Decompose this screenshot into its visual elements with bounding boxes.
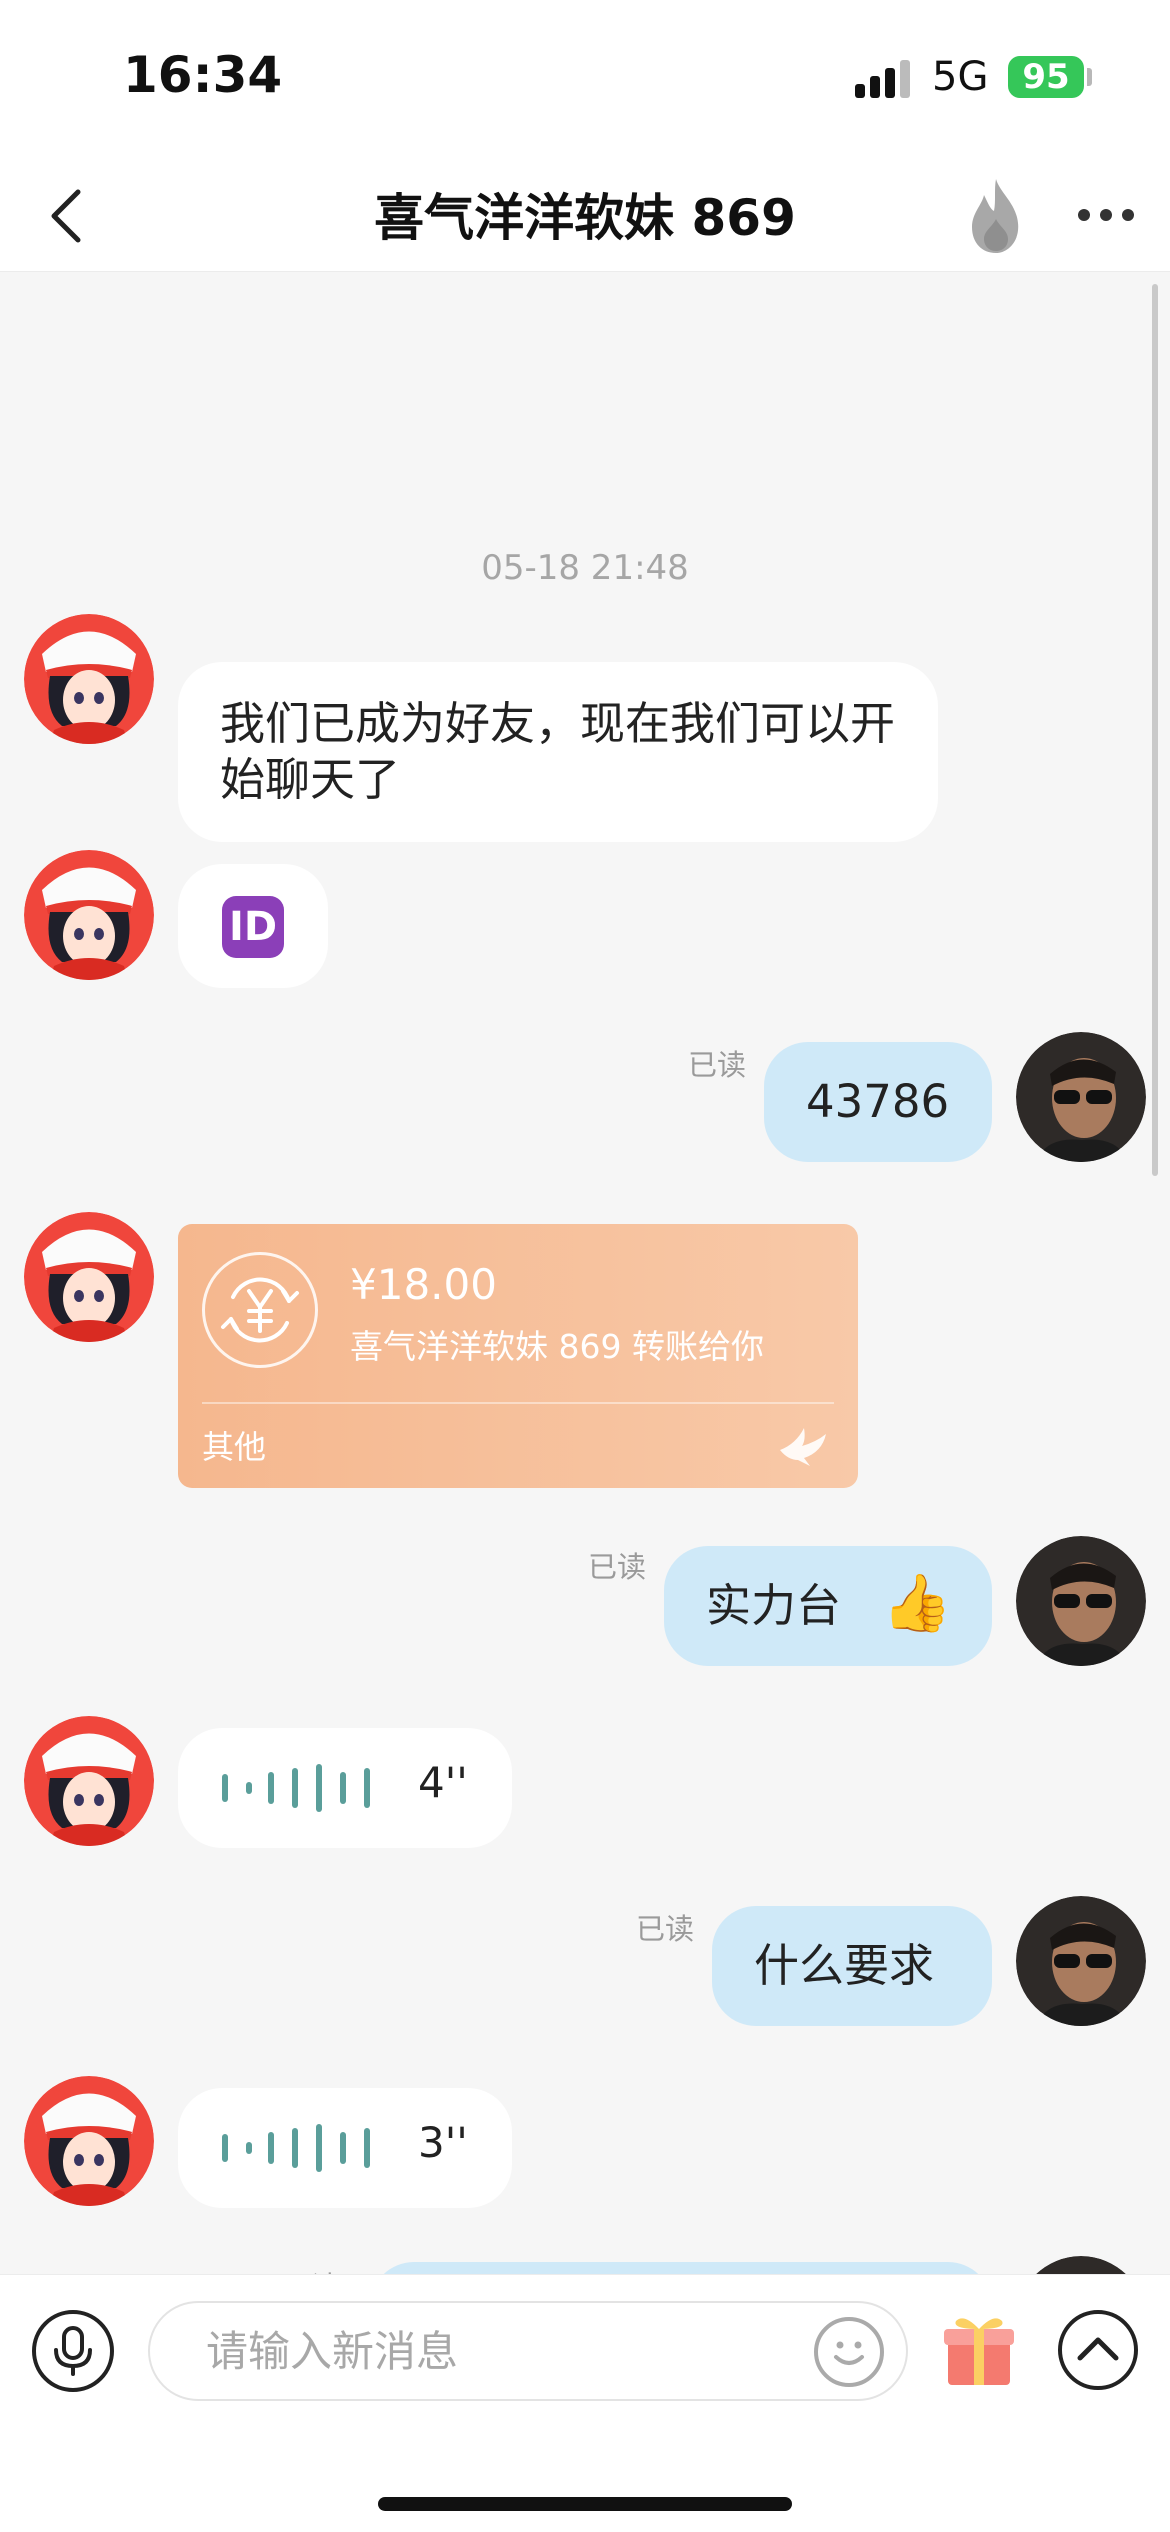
message-input[interactable]	[148, 2301, 908, 2401]
voice-bubble[interactable]: 4''	[178, 1728, 512, 1848]
voice-duration: 3''	[418, 2118, 468, 2167]
message-bubble[interactable]: 我们已成为好友，现在我们可以开始聊天了	[178, 662, 938, 842]
voice-wave-icon	[222, 1764, 392, 1812]
thumbs-up-emoji: 👍	[882, 1571, 952, 1636]
read-status: 已读	[282, 2264, 340, 2274]
yen-exchange-icon	[202, 1252, 318, 1368]
anime-girl-avatar	[24, 1212, 154, 1342]
transfer-footer: 其他	[202, 1428, 267, 1466]
chevron-up-icon	[1077, 2337, 1119, 2361]
network-type: 5G	[932, 54, 989, 100]
smiley-icon	[834, 2341, 864, 2365]
message-bubble[interactable]	[370, 2262, 992, 2274]
composer-bar	[0, 2274, 1170, 2532]
read-status: 已读	[588, 1550, 647, 1584]
contact-avatar[interactable]	[24, 1212, 154, 1342]
contact-avatar[interactable]	[24, 2076, 154, 2206]
id-emoji: ID	[222, 896, 284, 958]
status-time: 16:34	[123, 46, 283, 104]
man-avatar	[1016, 1032, 1146, 1162]
dove-icon	[776, 1420, 828, 1468]
transfer-card[interactable]: ¥18.00 喜气洋洋软妹 869 转账给你 其他	[178, 1224, 858, 1488]
contact-avatar[interactable]	[24, 1716, 154, 1846]
expand-button[interactable]	[1058, 2310, 1138, 2390]
message-timestamp: 05-18 21:48	[481, 548, 689, 588]
emoji-bubble[interactable]: ID	[178, 864, 328, 988]
anime-girl-avatar	[24, 2076, 154, 2206]
my-avatar[interactable]	[1016, 1032, 1146, 1162]
message-text: 43786	[806, 1075, 950, 1128]
message-bubble[interactable]: 实力台 👍	[664, 1546, 992, 1666]
scrollbar[interactable]	[1152, 284, 1158, 1176]
fire-button[interactable]	[966, 175, 1026, 255]
man-avatar	[1016, 1536, 1146, 1666]
transfer-description: 喜气洋洋软妹 869 转账给你	[350, 1327, 764, 1366]
nav-bar: 喜气洋洋软妹 869	[0, 160, 1170, 272]
transfer-amount: ¥18.00	[350, 1260, 497, 1309]
man-avatar	[1036, 2256, 1126, 2274]
microphone-icon	[54, 2326, 92, 2376]
more-button[interactable]	[1076, 200, 1136, 230]
anime-girl-avatar	[24, 1716, 154, 1846]
anime-girl-avatar	[24, 614, 154, 744]
gift-button[interactable]	[942, 2311, 1016, 2387]
battery-icon: 95	[1008, 56, 1084, 98]
more-dots-icon	[1078, 209, 1134, 221]
message-bubble[interactable]: 什么要求	[712, 1906, 992, 2026]
battery-level: 95	[1022, 57, 1070, 97]
read-status: 已读	[688, 1048, 747, 1082]
home-indicator[interactable]	[378, 2497, 792, 2511]
divider	[202, 1402, 834, 1404]
gift-icon	[944, 2318, 1014, 2385]
chat-area[interactable]: 05-18 21:48 我们已成为好友，现在我们可以开始聊天了 ID 已读 43…	[0, 272, 1170, 2274]
message-text: 我们已成为好友，现在我们可以开始聊天了	[220, 697, 896, 806]
battery-tip	[1087, 68, 1092, 86]
anime-girl-avatar	[24, 850, 154, 980]
emoji-button[interactable]	[814, 2317, 884, 2387]
read-status: 已读	[636, 1912, 695, 1946]
my-avatar[interactable]	[1016, 2256, 1146, 2274]
signal-icon	[855, 60, 915, 98]
status-bar: 16:34 5G 95	[0, 0, 1170, 160]
voice-wave-icon	[222, 2124, 392, 2172]
message-text: 什么要求	[754, 1939, 935, 1992]
voice-bubble[interactable]: 3''	[178, 2088, 512, 2208]
my-avatar[interactable]	[1016, 1536, 1146, 1666]
voice-duration: 4''	[418, 1758, 468, 1807]
contact-avatar[interactable]	[24, 850, 154, 980]
voice-input-button[interactable]	[32, 2310, 114, 2392]
fire-icon	[972, 179, 1019, 253]
message-bubble[interactable]: 43786	[764, 1042, 992, 1162]
message-text: 实力台	[706, 1579, 842, 1632]
contact-avatar[interactable]	[24, 614, 154, 744]
my-avatar[interactable]	[1016, 1896, 1146, 2026]
man-avatar	[1016, 1896, 1146, 2026]
